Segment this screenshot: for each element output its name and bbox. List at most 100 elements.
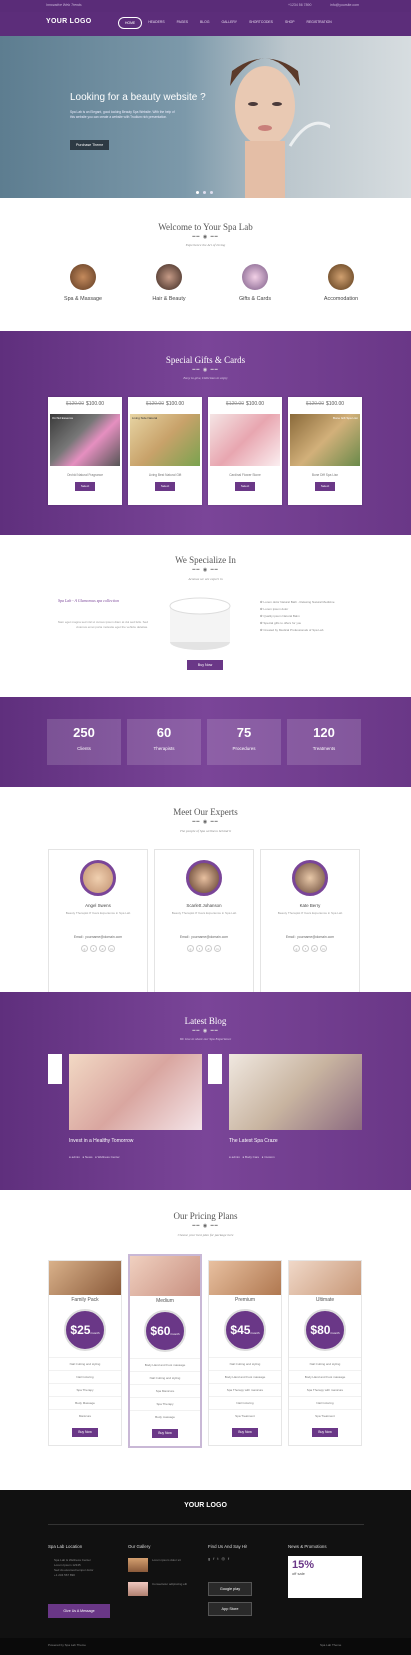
- ornament: ━━ ◉ ━━: [192, 819, 219, 825]
- linkedin-icon[interactable]: in: [320, 945, 327, 952]
- avatar: [292, 860, 328, 896]
- gift-card[interactable]: $120.00 $100.00 Orchid Essence Orchid Nat…: [48, 397, 122, 505]
- expert-card: Angel Swens Beauty Therapist 8 Years Expe…: [48, 849, 148, 1012]
- nav-item-shortcodes[interactable]: SHORTCODES: [243, 17, 279, 29]
- main-nav: YOUR LOGO HOME HEADERS PAGES BLOG GALLER…: [0, 12, 411, 36]
- linkedin-icon[interactable]: in: [214, 945, 221, 952]
- blog-post-title[interactable]: The Latest Spa Craze: [229, 1138, 278, 1144]
- google-icon[interactable]: g: [293, 945, 300, 952]
- gift-card[interactable]: $120.00 $100.00 Bone Gift Spa Lisn Bone D…: [288, 397, 362, 505]
- promo-banner[interactable]: 15% off sale: [288, 1556, 362, 1598]
- feature-accomodation[interactable]: Accomodation: [298, 264, 384, 302]
- footer-logo[interactable]: YOUR LOGO: [0, 1502, 411, 1509]
- hero-slider: Looking for a beauty website ? Spa Lab i…: [0, 36, 411, 198]
- buy-now-button[interactable]: Buy Now: [187, 660, 223, 670]
- google-icon[interactable]: g: [208, 1556, 210, 1561]
- footer-col-title: News & Promotions: [288, 1544, 327, 1549]
- app-store-button[interactable]: App Store: [208, 1602, 252, 1616]
- blog-subtitle: We love to share our Spa Experience: [179, 1037, 232, 1041]
- footer-bottom-text: Spa Lab Theme: [320, 1643, 342, 1647]
- email-text[interactable]: info@yoursite.com: [330, 3, 359, 7]
- welcome-subtitle: Experience the Art of Living: [185, 243, 226, 247]
- footer-col-title: Our Gallery: [128, 1544, 151, 1549]
- gift-card[interactable]: $120.00 $100.00 Living Side Natural Livin…: [128, 397, 202, 505]
- facebook-icon[interactable]: f: [302, 945, 309, 952]
- blog-meta: ● admin ● Body Care ● Custom: [229, 1155, 275, 1159]
- stat-treatments: 120 Treatments: [287, 719, 361, 765]
- top-bar: Innovative Web Trends +1234 56 7890 info…: [0, 0, 411, 12]
- ornament: ━━ ◉ ━━: [192, 1028, 219, 1034]
- facebook-icon[interactable]: f: [228, 1556, 229, 1561]
- dribbble-icon[interactable]: d: [311, 945, 318, 952]
- footer-address: Spa Lab & Wellness Center Lorem Ipsum 123…: [54, 1558, 94, 1577]
- slider-dots[interactable]: [196, 191, 213, 194]
- feature-hair-beauty[interactable]: Hair & Beauty: [126, 264, 212, 302]
- facebook-icon[interactable]: f: [213, 1556, 214, 1561]
- select-button[interactable]: Select: [155, 482, 175, 491]
- select-button[interactable]: Select: [235, 482, 255, 491]
- buy-now-button[interactable]: Buy Now: [232, 1428, 258, 1437]
- gifts-subtitle: Easy to give, Delicious to enjoy: [183, 376, 228, 380]
- nav-item-pages[interactable]: PAGES: [171, 17, 194, 29]
- nav-item-home[interactable]: HOME: [118, 17, 143, 29]
- specialize-list: ✿ Lorem dolor Natural Bath - Relaxing Na…: [260, 600, 335, 632]
- expert-card: Scarlett Johanson Beauty Therapist 8 Year…: [154, 849, 254, 1012]
- nav-item-registration[interactable]: REGISTRATION: [301, 17, 338, 29]
- nav-menu: HOME HEADERS PAGES BLOG GALLERY SHORTCOD…: [118, 17, 338, 29]
- nav-item-shop[interactable]: SHOP: [279, 17, 301, 29]
- twitter-icon[interactable]: t: [217, 1556, 218, 1561]
- google-icon[interactable]: g: [187, 945, 194, 952]
- footer-social: g f t ◎ f: [208, 1556, 229, 1561]
- blog-date-badge: [208, 1054, 222, 1084]
- experts-subtitle: The people of Spa wellness behind it: [179, 829, 232, 833]
- nav-item-headers[interactable]: HEADERS: [142, 17, 170, 29]
- feature-spa-massage[interactable]: Spa & Massage: [40, 264, 126, 302]
- ornament: ━━ ◉ ━━: [192, 234, 219, 240]
- specialize-text: Nam eget magna sed nisl ut cursus ipsum …: [57, 620, 148, 629]
- gift-card[interactable]: $120.00 $100.00 Cardinal Flower Stone Sel…: [208, 397, 282, 505]
- blog-image[interactable]: [69, 1054, 202, 1130]
- avatar: [186, 860, 222, 896]
- stat-procedures: 75 Procedures: [207, 719, 281, 765]
- nav-item-blog[interactable]: BLOG: [194, 17, 215, 29]
- dribbble-icon[interactable]: d: [205, 945, 212, 952]
- stat-clients: 250 Clients: [47, 719, 121, 765]
- blog-title: Latest Blog: [184, 1016, 227, 1026]
- feature-gifts-cards[interactable]: Gifts & Cards: [212, 264, 298, 302]
- avatar: [80, 860, 116, 896]
- nav-item-gallery[interactable]: GALLERY: [215, 17, 243, 29]
- welcome-title: Welcome to Your Spa Lab: [158, 222, 253, 232]
- pricing-plan: Ultimate $80/month Nail Cutting and styl…: [288, 1260, 362, 1446]
- gifts-title: Special Gifts & Cards: [165, 355, 246, 365]
- gallery-thumb[interactable]: [128, 1558, 148, 1572]
- purchase-theme-button[interactable]: Purchase Theme: [70, 140, 110, 150]
- gift-image: Bone Gift Spa Lisn: [290, 414, 360, 466]
- facebook-icon[interactable]: f: [90, 945, 97, 952]
- blog-post-title[interactable]: Invest in a Healthy Tomorrow: [69, 1138, 133, 1144]
- blog-meta: ● admin ● News ● Wellness Center: [69, 1155, 120, 1159]
- linkedin-icon[interactable]: in: [108, 945, 115, 952]
- pricing-title: Our Pricing Plans: [173, 1211, 238, 1221]
- specialize-title: We Specialize In: [175, 555, 236, 565]
- google-icon[interactable]: g: [81, 945, 88, 952]
- facebook-icon[interactable]: f: [196, 945, 203, 952]
- pricing-plan: Premium $45/month Nail Cutting and styli…: [208, 1260, 282, 1446]
- experts-title: Meet Our Experts: [173, 807, 238, 817]
- buy-now-button[interactable]: Buy Now: [152, 1429, 178, 1438]
- gallery-thumb[interactable]: [128, 1582, 148, 1596]
- buy-now-button[interactable]: Buy Now: [72, 1428, 98, 1437]
- message-button[interactable]: Give Us A Message: [48, 1604, 110, 1618]
- blog-image[interactable]: [229, 1054, 362, 1130]
- specialize-subtitle: Aromas we are expert in: [188, 577, 223, 581]
- blog-date-badge: [48, 1054, 62, 1084]
- select-button[interactable]: Select: [75, 482, 95, 491]
- instagram-icon[interactable]: ◎: [221, 1556, 225, 1561]
- buy-now-button[interactable]: Buy Now: [312, 1428, 338, 1437]
- select-button[interactable]: Select: [315, 482, 335, 491]
- google-play-button[interactable]: Google play: [208, 1582, 252, 1596]
- site-logo[interactable]: YOUR LOGO: [46, 18, 91, 25]
- dribbble-icon[interactable]: d: [99, 945, 106, 952]
- stats-section: 250 Clients 60 Therapists 75 Procedures 120…: [0, 697, 411, 787]
- copyright: Powered by Spa Lab Theme: [48, 1643, 86, 1647]
- stat-therapists: 60 Therapists: [127, 719, 201, 765]
